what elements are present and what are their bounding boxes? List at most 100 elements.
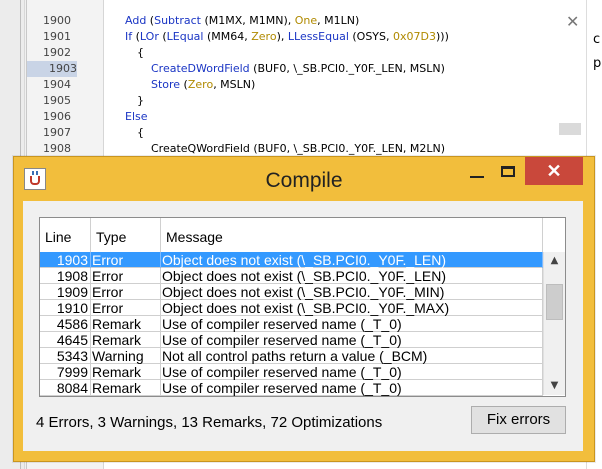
code-token: 0x07D3	[393, 30, 436, 43]
line-number: 1908	[43, 142, 71, 155]
code-text: {	[137, 45, 144, 61]
maximize-button[interactable]	[492, 157, 524, 187]
table-row[interactable]: 8168RemarkUse of compiler reserved name …	[40, 396, 543, 397]
code-token: LLessEqual	[287, 30, 349, 43]
cell-message: Object does not exist (\_SB.PCI0._Y0F._L…	[161, 268, 543, 284]
code-line[interactable]: 1900 Add (Subtract (M1MX, M1MN), One, M1L…	[27, 13, 587, 29]
code-token: , M1LN)	[317, 14, 360, 27]
table-row[interactable]: 1909 Error Object does not exist (\_SB.PCI…	[40, 284, 543, 300]
compile-summary: 4 Errors, 3 Warnings, 13 Remarks, 72 Opt…	[36, 414, 383, 431]
cell-message: Use of compiler reserved name (_T_0)	[161, 364, 543, 380]
cell-line: 1909	[40, 284, 91, 300]
code-line[interactable]: 1904 Store (Zero, MSLN)	[27, 77, 587, 93]
code-token: CreateQWordField (BUF0, \_SB.PCI0._Y0F._…	[137, 142, 446, 155]
code-token: {	[137, 46, 144, 59]
cell-line: 7999	[40, 364, 91, 380]
code-token: }	[137, 94, 144, 107]
code-text: Add (Subtract (M1MX, M1MN), One, M1LN)	[125, 13, 359, 29]
code-line[interactable]: 1901 If (LOr (LEqual (MM64, Zero), LLessE…	[27, 29, 587, 45]
code-token: (BUF0, \_SB.PCI0._Y0F._LEN, MSLN)	[249, 62, 445, 75]
cell-line: 1910	[40, 300, 91, 316]
table-row[interactable]: 5343 Warning Not all control paths return …	[40, 348, 543, 364]
cell-message: Use of compiler reserved name (_T_0)	[161, 380, 543, 396]
code-token: )))	[435, 30, 449, 43]
line-number: 1901	[43, 30, 71, 43]
cell-message: Use of compiler reserved name (_T_0)	[161, 396, 543, 397]
code-line[interactable]: 1908 CreateQWordField (BUF0, \_SB.PCI0._…	[27, 141, 587, 157]
cell-type: Remark	[91, 380, 161, 396]
cell-type: Remark	[91, 396, 161, 397]
code-line[interactable]: 1907 {	[27, 125, 587, 141]
table-row[interactable]: 1908 Error Object does not exist (\_SB.PCI…	[40, 268, 543, 284]
column-header-line[interactable]: Line	[40, 218, 91, 252]
minimize-icon	[470, 176, 484, 178]
right-panel-char: p	[593, 56, 602, 71]
column-header-message[interactable]: Message	[161, 218, 543, 252]
line-number: 1900	[43, 14, 71, 27]
code-token: ),	[276, 30, 288, 43]
code-token: Add	[125, 14, 147, 27]
column-header-type[interactable]: Type	[91, 218, 161, 252]
table-row[interactable]: 7999 Remark Use of compiler reserved name …	[40, 364, 543, 380]
code-line[interactable]: 1906 Else	[27, 109, 587, 125]
cell-type: Remark	[91, 316, 161, 332]
code-token: (	[146, 14, 155, 27]
code-token: LEqual	[166, 30, 204, 43]
table-row[interactable]: 8084 Remark Use of compiler reserved name …	[40, 380, 543, 396]
minimize-button[interactable]	[461, 157, 493, 187]
line-number: 1903	[27, 61, 77, 77]
editor-scroll-thumb[interactable]	[559, 123, 581, 135]
code-line[interactable]: 1905}	[27, 93, 587, 109]
scroll-down-icon[interactable]: ▼	[544, 377, 565, 395]
compile-dialog: Compile ✕ Line Type Message 1903 Error Obj…	[13, 156, 595, 462]
right-panel-char: c	[593, 32, 601, 47]
table-row[interactable]: 1903 Error Object does not exist (\_SB.PCI…	[40, 252, 543, 268]
code-token: Else	[125, 110, 148, 123]
cell-type: Error	[91, 300, 161, 316]
editor-close-icon[interactable]: ✕	[566, 12, 579, 31]
dialog-content: Line Type Message 1903 Error Object does n…	[23, 201, 583, 451]
code-token: (M1MX, M1MN),	[200, 14, 295, 27]
cell-message: Object does not exist (\_SB.PCI0._Y0F._L…	[161, 252, 543, 268]
line-number: 1906	[43, 110, 71, 123]
cell-type: Error	[91, 284, 161, 300]
cell-type: Remark	[91, 364, 161, 380]
code-token: LOr	[139, 30, 159, 43]
dialog-title-bar[interactable]: Compile ✕	[14, 157, 594, 201]
code-text: Store (Zero, MSLN)	[137, 77, 255, 93]
cell-message: Not all control paths return a value (_B…	[161, 348, 543, 364]
line-number: 1907	[43, 126, 71, 139]
code-token: {	[137, 126, 144, 139]
cell-type: Remark	[91, 332, 161, 348]
code-token: (MM64,	[203, 30, 252, 43]
code-text: CreateDWordField (BUF0, \_SB.PCI0._Y0F._…	[137, 61, 445, 77]
code-token: CreateDWordField	[137, 62, 250, 75]
table-row[interactable]: 4586 Remark Use of compiler reserved name …	[40, 316, 543, 332]
cell-line: 8084	[40, 380, 91, 396]
code-token: , MSLN)	[213, 78, 256, 91]
code-text: CreateQWordField (BUF0, \_SB.PCI0._Y0F._…	[137, 141, 445, 157]
scroll-up-icon[interactable]: ▲	[544, 252, 565, 270]
close-button[interactable]: ✕	[525, 157, 583, 185]
code-text: }	[137, 93, 144, 109]
fix-errors-button[interactable]: Fix errors	[471, 406, 566, 434]
code-text: {	[137, 125, 144, 141]
table-scrollbar[interactable]: ▲ ▼	[543, 252, 565, 395]
table-row[interactable]: 4645 Remark Use of compiler reserved name …	[40, 332, 543, 348]
close-icon: ✕	[546, 161, 562, 181]
scroll-thumb[interactable]	[546, 284, 563, 320]
code-token: (	[158, 30, 167, 43]
code-token: Zero	[187, 78, 214, 91]
cell-type: Error	[91, 252, 161, 268]
cell-message: Use of compiler reserved name (_T_0)	[161, 316, 543, 332]
code-line[interactable]: 1903 CreateDWordField (BUF0, \_SB.PCI0._…	[27, 61, 587, 77]
cell-message: Use of compiler reserved name (_T_0)	[161, 332, 543, 348]
code-token: One	[294, 14, 318, 27]
table-row[interactable]: 1910 Error Object does not exist (\_SB.PCI…	[40, 300, 543, 316]
code-line[interactable]: 1902 {	[27, 45, 587, 61]
code-token: Zero	[251, 30, 277, 43]
line-number: 1904	[43, 78, 71, 91]
cell-line: 4645	[40, 332, 91, 348]
code-token: (OSYS,	[348, 30, 393, 43]
code-token: Store	[137, 78, 181, 91]
